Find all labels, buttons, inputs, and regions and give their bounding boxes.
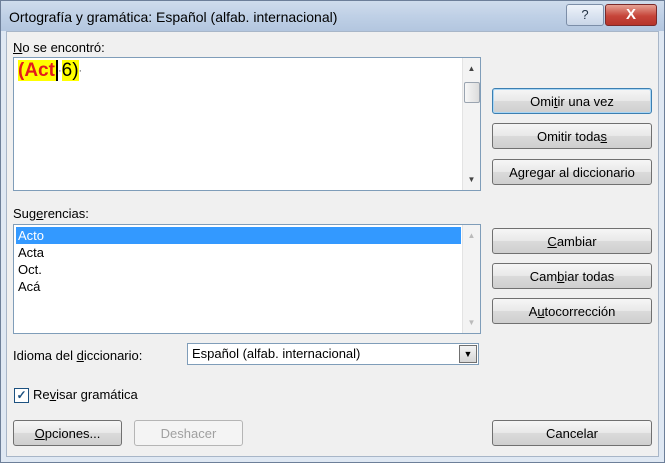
dictionary-language-select[interactable]: Español (alfab. internacional) ▼ xyxy=(187,343,479,365)
change-button[interactable]: Cambiar xyxy=(492,228,652,254)
ignore-once-button[interactable]: Omitir una vez xyxy=(492,88,652,114)
title-bar: Ortografía y gramática: Español (alfab. … xyxy=(1,1,664,31)
scroll-up-icon[interactable]: ▲ xyxy=(463,60,480,77)
not-found-sentence: (Act ·6)· xyxy=(18,60,82,82)
not-found-label: No se encontró: xyxy=(13,40,105,55)
suggestion-item-acto[interactable]: Acto xyxy=(16,227,461,244)
help-button[interactable]: ? xyxy=(566,4,604,26)
dialog-body: No se encontró: (Act ·6)· ▲ ▼ Sugerencias… xyxy=(6,31,659,457)
window-title: Ortografía y gramática: Español (alfab. … xyxy=(9,9,338,25)
suggestions-scrollbar[interactable]: ▲ ▼ xyxy=(462,225,480,333)
rest-text: 6) xyxy=(61,60,79,81)
change-all-button[interactable]: Cambiar todas xyxy=(492,263,652,289)
spelling-grammar-dialog: Ortografía y gramática: Español (alfab. … xyxy=(0,0,665,463)
error-word: Act xyxy=(24,60,58,81)
paragraph-mark: · xyxy=(78,64,83,77)
add-to-dictionary-button[interactable]: Agregar al diccionario xyxy=(492,159,652,185)
grammar-checkbox[interactable]: ✓ xyxy=(14,388,29,403)
chevron-down-icon[interactable]: ▼ xyxy=(459,345,477,363)
not-found-textbox[interactable]: (Act ·6)· ▲ ▼ xyxy=(13,57,481,191)
suggestion-item-oct[interactable]: Oct. xyxy=(16,261,461,278)
ignore-all-button[interactable]: Omitir todas xyxy=(492,123,652,149)
not-found-scrollbar[interactable]: ▲ ▼ xyxy=(462,58,480,190)
scroll-thumb[interactable] xyxy=(464,82,480,103)
undo-button[interactable]: Deshacer xyxy=(134,420,243,446)
close-button[interactable]: X xyxy=(605,4,657,26)
suggestions-label: Sugerencias: xyxy=(13,206,89,221)
suggestions-list[interactable]: Acto Acta Oct. Acá ▲ ▼ xyxy=(13,224,481,334)
suggestion-item-aca[interactable]: Acá xyxy=(16,278,461,295)
autocorrect-button[interactable]: Autocorrección xyxy=(492,298,652,324)
dictionary-language-value: Español (alfab. internacional) xyxy=(192,346,361,361)
scroll-up-icon[interactable]: ▲ xyxy=(463,227,480,244)
scroll-down-icon[interactable]: ▼ xyxy=(463,314,480,331)
dictionary-language-label: Idioma del diccionario: xyxy=(13,348,143,363)
cancel-button[interactable]: Cancelar xyxy=(492,420,652,446)
options-button[interactable]: Opciones... xyxy=(13,420,122,446)
grammar-checkbox-label: Revisar gramática xyxy=(33,387,138,402)
suggestion-item-acta[interactable]: Acta xyxy=(16,244,461,261)
scroll-down-icon[interactable]: ▼ xyxy=(463,171,480,188)
